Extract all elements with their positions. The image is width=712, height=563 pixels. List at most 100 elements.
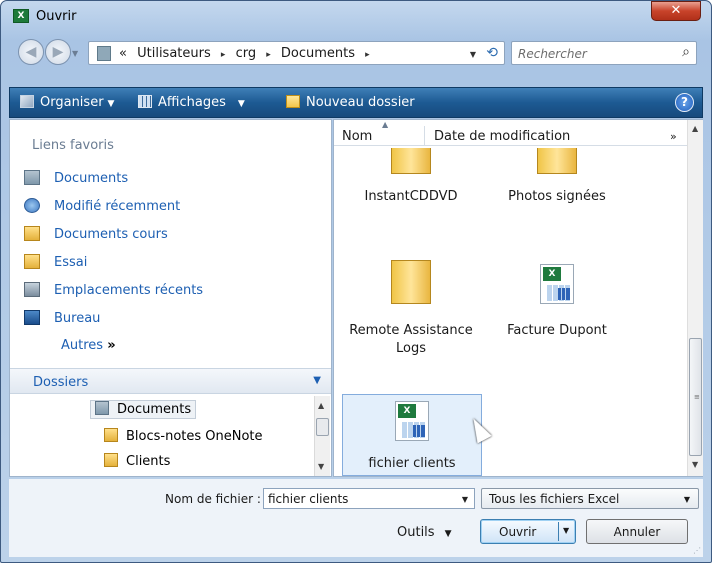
documents-icon <box>97 46 111 61</box>
folder-icon <box>391 260 431 304</box>
back-button[interactable]: ◀ <box>18 39 44 65</box>
file-item-instantcddvd[interactable]: InstantCDDVD <box>346 148 476 208</box>
title-bar[interactable]: X Ouvrir ✕ <box>1 1 711 33</box>
open-button[interactable]: Ouvrir ▼ <box>480 519 576 544</box>
scroll-thumb[interactable]: ≡ <box>689 338 702 456</box>
favorite-link-label: Emplacements récents <box>54 283 204 298</box>
new-folder-label: Nouveau dossier <box>306 95 415 110</box>
navigation-pane: Liens favoris Documents Modifié récemmen… <box>9 119 332 477</box>
filename-label: Nom de fichier : <box>165 492 261 506</box>
new-folder-button[interactable]: Nouveau dossier <box>286 95 415 110</box>
file-item-fichier-clients[interactable]: X fichier clients <box>342 394 482 476</box>
views-label: Affichages <box>158 95 226 110</box>
favorite-link-label: Bureau <box>54 311 101 326</box>
address-bar[interactable]: « Utilisateurs ▸ crg ▸ Documents ▸ ▼ ⟲ <box>88 41 505 65</box>
chevron-down-icon: ▼ <box>444 529 452 539</box>
cancel-button[interactable]: Annuler <box>586 519 688 544</box>
breadcrumb-item-crg[interactable]: crg <box>236 46 257 61</box>
favorite-link-essai[interactable]: Essai <box>24 254 87 270</box>
scroll-up-icon[interactable]: ▲ <box>318 401 324 410</box>
help-icon[interactable]: ? <box>675 93 694 112</box>
column-header-date[interactable]: Date de modification <box>434 129 570 144</box>
breadcrumb-separator-icon[interactable]: ▸ <box>266 50 271 60</box>
new-folder-icon <box>286 95 300 108</box>
search-input[interactable]: Rechercher ⌕ <box>511 41 697 65</box>
favorite-link-label: Modifié récemment <box>54 199 181 214</box>
tree-item-documents[interactable]: Documents <box>90 400 197 419</box>
chart-bars <box>558 288 570 300</box>
scroll-thumb[interactable] <box>316 418 329 436</box>
folder-tree-scrollbar[interactable]: ▲ ▼ <box>314 396 330 476</box>
tree-item-clients[interactable]: Clients <box>104 453 170 469</box>
views-button[interactable]: Affichages ▼ <box>138 95 245 110</box>
views-icon <box>138 95 152 108</box>
folder-icon <box>391 148 431 174</box>
breadcrumb-item-documents[interactable]: Documents <box>281 46 355 61</box>
favorite-link-label: Essai <box>54 255 88 270</box>
chevron-down-icon: ▼ <box>107 99 115 109</box>
documents-icon <box>95 401 109 415</box>
favorite-link-desktop[interactable]: Bureau <box>24 310 100 326</box>
dialog-footer: Nom de fichier : fichier clients ▼ Tous … <box>9 479 703 557</box>
more-favorites-label: Autres <box>61 338 104 353</box>
recent-icon <box>24 198 40 213</box>
file-item-facture-dupont[interactable]: X Facture Dupont <box>492 260 622 346</box>
close-button[interactable]: ✕ <box>651 1 701 21</box>
excel-badge: X <box>398 404 416 418</box>
file-name: Photos signées <box>508 189 606 204</box>
chevron-down-icon: ▼ <box>237 99 245 109</box>
folder-icon <box>537 148 577 174</box>
excel-app-icon: X <box>13 9 29 23</box>
folders-section-toggle[interactable]: Dossiers ▼ <box>10 368 331 394</box>
excel-file-icon: X <box>395 401 429 441</box>
address-history-chevron-down-icon[interactable]: ▼ <box>470 50 476 59</box>
organize-button[interactable]: Organiser ▼ <box>20 95 114 110</box>
favorite-link-label: Documents cours <box>54 227 168 242</box>
search-icon[interactable]: ⌕ <box>682 44 690 60</box>
tools-button[interactable]: Outils ▼ <box>397 525 452 540</box>
favorite-link-label: Documents <box>54 171 129 186</box>
column-header-name[interactable]: Nom <box>342 129 372 144</box>
refresh-icon[interactable]: ⟲ <box>486 45 498 61</box>
file-list-pane: Nom ▲ Date de modification » InstantCDDV… <box>333 119 703 477</box>
file-list-scrollbar[interactable]: ▲ ≡ ▼ <box>687 120 703 476</box>
file-item-photos-signees[interactable]: Photos signées <box>492 148 622 208</box>
file-item-remote-assistance-logs[interactable]: Remote Assistance Logs <box>346 260 476 366</box>
favorites-heading: Liens favoris <box>32 138 114 153</box>
file-name: fichier clients <box>368 456 456 471</box>
tree-item-onenote[interactable]: Blocs-notes OneNote <box>104 428 263 444</box>
open-options-chevron-down-icon[interactable]: ▼ <box>563 526 569 535</box>
desktop-icon <box>24 310 40 325</box>
open-dialog-window: X Ouvrir ✕ ◀ ▶ ▼ « Utilisateurs ▸ crg ▸ … <box>0 0 712 563</box>
breadcrumb-separator-icon[interactable]: ▸ <box>221 50 226 60</box>
file-name: Remote Assistance Logs <box>349 323 473 356</box>
scroll-up-icon[interactable]: ▲ <box>692 124 698 133</box>
favorite-link-documents-cours[interactable]: Documents cours <box>24 226 168 242</box>
more-favorites-link[interactable]: Autres » <box>61 338 116 353</box>
file-name: InstantCDDVD <box>364 189 458 204</box>
column-name-label: Nom <box>342 129 373 144</box>
filename-input[interactable]: fichier clients ▼ <box>263 488 475 509</box>
folder-icon <box>24 254 40 269</box>
filename-value: fichier clients <box>268 492 349 506</box>
cancel-label: Annuler <box>613 525 661 539</box>
recent-pages-chevron-down-icon[interactable]: ▼ <box>72 49 78 58</box>
resize-grip-icon[interactable]: ⋰ <box>693 546 701 555</box>
breadcrumb-overflow[interactable]: « <box>119 46 127 61</box>
scroll-down-icon[interactable]: ▼ <box>692 460 698 469</box>
search-placeholder: Rechercher <box>518 47 587 61</box>
favorite-link-recently-modified[interactable]: Modifié récemment <box>24 198 180 214</box>
favorite-link-recent-places[interactable]: Emplacements récents <box>24 282 203 298</box>
favorite-link-documents[interactable]: Documents <box>24 170 128 186</box>
breadcrumb-item-utilisateurs[interactable]: Utilisateurs <box>137 46 211 61</box>
folders-label: Dossiers <box>33 375 89 390</box>
recent-places-icon <box>24 282 40 297</box>
breadcrumb-separator-icon[interactable]: ▸ <box>365 50 370 60</box>
forward-button[interactable]: ▶ <box>45 39 71 65</box>
filetype-select[interactable]: Tous les fichiers Excel ▼ <box>481 488 699 509</box>
column-divider[interactable] <box>424 126 425 146</box>
more-columns-button[interactable]: » <box>670 130 677 143</box>
organize-label: Organiser <box>40 95 104 110</box>
chevron-down-icon[interactable]: ▼ <box>462 495 468 504</box>
scroll-down-icon[interactable]: ▼ <box>318 462 324 471</box>
